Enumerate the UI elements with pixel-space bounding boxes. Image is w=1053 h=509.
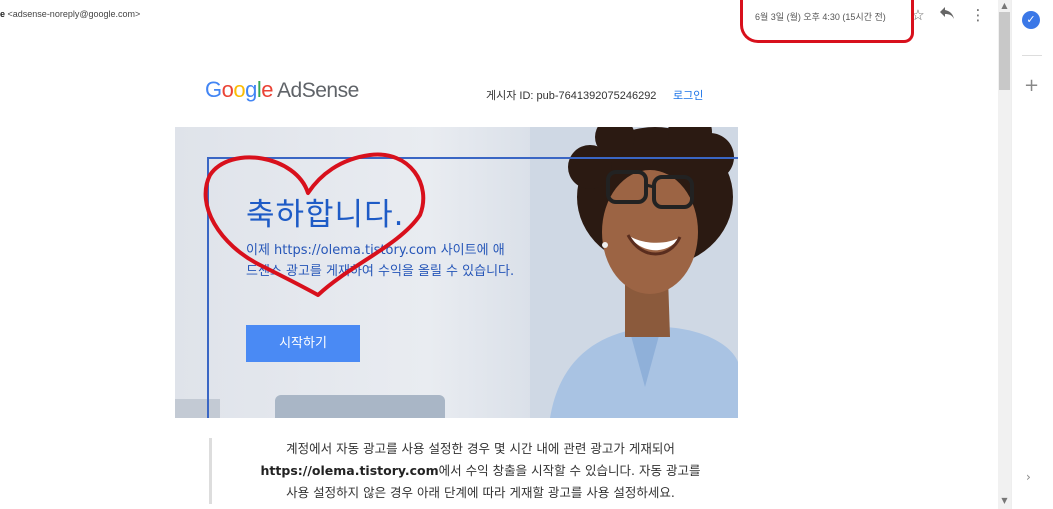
more-vert-icon[interactable]: ⋮	[969, 6, 987, 24]
scroll-down-icon[interactable]: ▼	[998, 495, 1011, 507]
login-link[interactable]: 로그인	[673, 87, 703, 103]
chevron-right-icon[interactable]: ›	[1026, 470, 1031, 484]
body-line-2-rest: 에서 수익 창출을 시작할 수 있습니다. 자동 광고를	[438, 463, 701, 478]
tasks-icon[interactable]: ✓	[1022, 11, 1040, 29]
star-icon[interactable]: ☆	[909, 6, 927, 24]
adsense-logo: Google AdSense	[205, 77, 359, 102]
add-addon-icon[interactable]: +	[1024, 75, 1039, 96]
site-url: https://olema.tistory.com	[260, 463, 439, 478]
heart-annotation	[203, 152, 426, 297]
side-panel-divider	[1022, 55, 1042, 56]
body-line-1: 계정에서 자동 광고를 사용 설정한 경우 몇 시간 내에 관련 광고가 게재되…	[286, 441, 675, 456]
email-body-text: 계정에서 자동 광고를 사용 설정한 경우 몇 시간 내에 관련 광고가 게재되…	[209, 438, 729, 504]
body-line-3: 사용 설정하지 않은 경우 아래 단계에 따라 게재할 광고를 사용 설정하세요…	[286, 485, 675, 500]
scrollbar-thumb[interactable]	[999, 12, 1010, 90]
publisher-id: 게시자 ID: pub-7641392075246292	[486, 90, 657, 102]
sender-name: e	[0, 9, 6, 19]
email-date: 6월 3일 (월) 오후 4:30 (15시간 전)	[755, 12, 886, 22]
body-line-2: https://olema.tistory.com에서 수익 창출을 시작할 수…	[232, 460, 729, 482]
sender-email: <adsense-noreply@google.com>	[7, 9, 141, 19]
scroll-up-icon[interactable]: ▲	[998, 0, 1011, 12]
reply-icon[interactable]	[938, 6, 956, 24]
sender-line: e <adsense-noreply@google.com>	[0, 9, 140, 19]
